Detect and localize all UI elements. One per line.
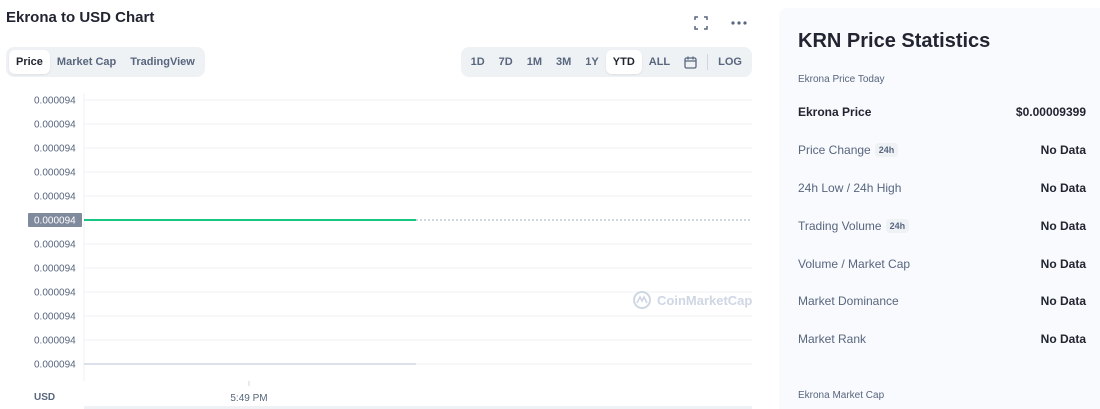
- stat-label: 24h Low / 24h High: [798, 181, 902, 195]
- stat-value: No Data: [1040, 257, 1086, 271]
- stat-row-market-rank: Market Rank No Data: [798, 329, 1086, 349]
- range-1d[interactable]: 1D: [464, 50, 492, 74]
- more-icon[interactable]: [730, 14, 748, 32]
- chart-series: 0.000094: [28, 213, 752, 365]
- stat-value: No Data: [1040, 143, 1086, 157]
- current-price-value: 0.000094: [34, 216, 76, 227]
- range-1m[interactable]: 1M: [520, 50, 549, 74]
- range-1y[interactable]: 1Y: [578, 50, 605, 74]
- stat-row-market-dominance: Market Dominance No Data: [798, 291, 1086, 311]
- chart-watermark: CoinMarketCap: [633, 291, 752, 309]
- stat-value: No Data: [1040, 181, 1086, 195]
- y-tick-label: 0.000094: [34, 264, 76, 275]
- y-tick-label: 0.000094: [34, 168, 76, 179]
- y-axis-unit-label: USD: [34, 392, 55, 403]
- y-axis-ticks: 0.000094 0.000094 0.000094 0.000094 0.000094…: [34, 96, 76, 371]
- tab-market-cap[interactable]: Market Cap: [50, 50, 123, 74]
- stats-subtitle: Ekrona Price Today: [798, 74, 885, 85]
- y-tick-label: 0.000094: [34, 144, 76, 155]
- period-badge: 24h: [874, 143, 899, 157]
- stat-row-trading-volume: Trading Volume 24h No Data: [798, 216, 1086, 236]
- x-axis: USD 5:49 PM: [34, 381, 752, 409]
- price-chart[interactable]: 0.000094 0.000094 0.000094 0.000094 0.000094…: [0, 85, 760, 409]
- y-tick-label: 0.000094: [34, 336, 76, 347]
- stat-value: No Data: [1040, 219, 1086, 233]
- calendar-icon[interactable]: [677, 50, 704, 74]
- market-cap-heading: Ekrona Market Cap: [798, 390, 885, 401]
- y-tick-label: 0.000094: [34, 120, 76, 131]
- chart-toolbar-icons: [692, 14, 748, 32]
- stat-value: $0.00009399: [1015, 105, 1086, 119]
- stat-value: No Data: [1040, 294, 1086, 308]
- y-tick-label: 0.000094: [34, 96, 76, 107]
- y-tick-label: 0.000094: [34, 192, 76, 203]
- stat-label: Price Change: [798, 143, 871, 157]
- tab-tradingview[interactable]: TradingView: [123, 50, 202, 74]
- stats-panel: KRN Price Statistics Ekrona Price Today …: [779, 8, 1100, 409]
- stat-label: Market Dominance: [798, 294, 899, 308]
- stat-row-low-high: 24h Low / 24h High No Data: [798, 178, 1086, 198]
- y-tick-label: 0.000094: [34, 240, 76, 251]
- x-tick-label: 5:49 PM: [230, 393, 267, 404]
- range-divider: [707, 54, 709, 70]
- range-7d[interactable]: 7D: [492, 50, 520, 74]
- stat-label: Volume / Market Cap: [798, 257, 911, 271]
- period-badge: 24h: [885, 219, 910, 233]
- watermark-text: CoinMarketCap: [657, 293, 752, 308]
- log-toggle[interactable]: LOG: [711, 50, 749, 74]
- stat-row-price: Ekrona Price $0.00009399: [798, 102, 1086, 122]
- fullscreen-icon[interactable]: [692, 14, 710, 32]
- range-ytd[interactable]: YTD: [605, 50, 642, 74]
- stat-label: Trading Volume: [798, 219, 882, 233]
- tab-price[interactable]: Price: [9, 50, 50, 74]
- stats-title: KRN Price Statistics: [798, 30, 991, 52]
- coinmarketcap-logo-icon: [633, 291, 651, 309]
- chart-title: Ekrona to USD Chart: [6, 9, 155, 26]
- stat-value: No Data: [1040, 332, 1086, 346]
- range-all[interactable]: ALL: [642, 50, 677, 74]
- stat-row-price-change: Price Change 24h No Data: [798, 140, 1086, 160]
- y-tick-label: 0.000094: [34, 360, 76, 371]
- chart-grid: [83, 93, 752, 381]
- view-tabs: Price Market Cap TradingView: [6, 47, 205, 77]
- range-3m[interactable]: 3M: [549, 50, 578, 74]
- chart-panel: Ekrona to USD Chart Price Market Cap Tra…: [0, 0, 760, 409]
- stat-label: Market Rank: [798, 332, 867, 346]
- range-tabs: 1D 7D 1M 3M 1Y YTD ALL LOG: [460, 47, 752, 77]
- y-tick-label: 0.000094: [34, 288, 76, 299]
- stat-label: Ekrona Price: [798, 105, 872, 119]
- y-tick-label: 0.000094: [34, 312, 76, 323]
- stat-row-volume-market-cap: Volume / Market Cap No Data: [798, 254, 1086, 274]
